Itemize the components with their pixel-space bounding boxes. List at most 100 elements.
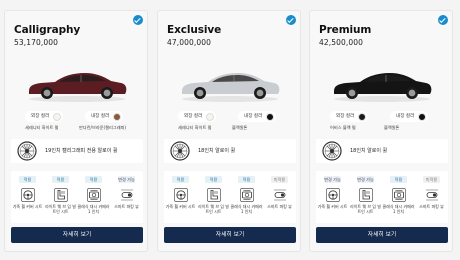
option-label: 가죽 휠 커버 시트 — [12, 204, 43, 209]
option-item[interactable]: 변경 가능가죽 휠 커버 시트 — [316, 171, 349, 223]
exterior-color-chip[interactable]: 외장 컬러 — [178, 111, 216, 122]
color-names: 어비스 블랙 펄 블랙원톤 — [310, 125, 454, 133]
wheel-name: 18인치 알로이 휠 — [198, 148, 236, 154]
wheel-option: 18인치 알로이 휠 — [316, 139, 448, 163]
option-status-badge: 적용 — [205, 176, 222, 183]
exterior-color-chip[interactable]: 외장 컬러 — [330, 111, 368, 122]
alloy-wheel-icon — [170, 141, 190, 161]
interior-color-chip[interactable]: 내장 컬러 — [85, 111, 123, 122]
option-status-badge: 적용 — [238, 176, 255, 183]
trim-price: 47,000,000 — [167, 38, 211, 47]
option-item[interactable]: 적용가죽 휠 커버 시트 — [11, 171, 44, 223]
interior-color-label: 내장 컬러 — [396, 114, 415, 119]
option-label: 가죽 휠 커버 시트 — [317, 204, 348, 209]
checkmark-circle-icon[interactable] — [286, 15, 296, 25]
view-details-button[interactable]: 자세히 보기 — [316, 227, 448, 243]
exterior-color-swatch — [358, 112, 366, 121]
car-image — [334, 73, 432, 102]
option-status-badge: 변경 가능 — [357, 176, 374, 183]
option-list: 적용 가죽 휠 커버 시트 적용 라이트 웨 브 임 빌트인 시트 적용 클래식 대시 카… — [11, 171, 143, 223]
option-item[interactable]: 변경 가능 라이트 웨 브 임 빌트인 시트 — [349, 171, 382, 223]
trim-name: Premium — [319, 24, 372, 36]
option-label: 라이트 웨 브 임 빌트인 시트 — [45, 204, 76, 214]
parking-view-icon — [121, 189, 133, 201]
checkmark-circle-icon[interactable] — [133, 15, 143, 25]
seat-icon — [207, 188, 221, 202]
option-status-badge: 적용 — [85, 176, 102, 183]
option-status-badge: 적용 — [172, 176, 189, 183]
parking-view-icon — [274, 189, 286, 201]
exterior-color-name: 세레니티 화이트 펄 — [178, 125, 212, 130]
option-status-badge: 적용 — [52, 176, 69, 183]
trim-name: Exclusive — [167, 24, 222, 36]
option-label: 라이트 웨 브 임 빌트인 시트 — [198, 204, 229, 214]
wheel-option: 18인치 알로이 휠 — [164, 139, 296, 163]
color-row: 외장 컬러 내장 컬러 — [5, 111, 149, 123]
exterior-color-label: 외장 컬러 — [184, 114, 203, 119]
option-list: 적용 가죽 휠 커버 시트 적용 라이트 웨 브 임 빌트인 시트 적용 클래식 대시 카… — [164, 171, 296, 223]
interior-color-chip[interactable]: 내장 컬러 — [238, 111, 276, 122]
trim-card-1[interactable]: Exclusive 47,000,000 외장 컬러 내장 컬러 세레니티 화이… — [157, 10, 301, 252]
dash-camera-icon — [240, 188, 254, 202]
option-label: 가죽 휠 커버 시트 — [165, 204, 196, 209]
option-status-badge: 미적용 — [271, 176, 288, 183]
option-item[interactable]: 적용라이트 웨 브 임 빌트인 시트 — [44, 171, 77, 223]
option-item[interactable]: 미적용스마트 파킹 뷰 — [263, 171, 296, 223]
interior-color-name: 만다린/브라운(캘리그래피) — [79, 125, 127, 130]
option-list: 변경 가능 가죽 휠 커버 시트 변경 가능 라이트 웨 브 임 빌트인 시트 적용 클래… — [316, 171, 448, 223]
view-details-button[interactable]: 자세히 보기 — [11, 227, 143, 243]
wheel-name: 18인치 알로이 휠 — [350, 148, 388, 154]
option-item[interactable]: 변경 가능 스마트 파킹 뷰 — [110, 171, 143, 223]
option-item[interactable]: 적용클래식 대시 카메라 1 인치 — [77, 171, 110, 223]
alloy-wheel-icon — [322, 141, 342, 161]
option-label: 클래식 대시 카메라 1 인치 — [77, 204, 110, 214]
exterior-color-swatch — [53, 112, 61, 121]
option-status-badge: 미적용 — [423, 176, 440, 183]
view-details-button[interactable]: 자세히 보기 — [164, 227, 296, 243]
trim-card-2[interactable]: Premium 42,500,000 외장 컬러 내장 컬러 어비스 블랙 펄 — [309, 10, 453, 252]
option-item[interactable]: 적용라이트 웨 브 임 빌트인 시트 — [197, 171, 230, 223]
interior-color-swatch — [266, 112, 274, 121]
trim-comparison: Calligraphy 53,170,000 외장 컬러 내장 컬러 세레니티 … — [0, 0, 460, 260]
option-label: 스마트 파킹 뷰 — [267, 204, 292, 209]
exterior-color-label: 외장 컬러 — [31, 114, 50, 119]
alloy-wheel-icon — [17, 141, 37, 161]
trim-price: 42,500,000 — [319, 38, 363, 47]
color-names: 세레니티 화이트 펄 블랙원톤 — [158, 125, 302, 133]
parking-view-icon — [426, 189, 438, 201]
checkmark-circle-icon[interactable] — [438, 15, 448, 25]
exterior-color-name: 세레니티 화이트 펄 — [25, 125, 59, 130]
car-image — [182, 73, 280, 102]
seat-icon — [54, 188, 68, 202]
interior-color-swatch — [113, 112, 121, 121]
steering-wheel-icon — [21, 188, 35, 202]
option-label: 클래식 대시 카메라 1 인치 — [382, 204, 415, 214]
trim-name: Calligraphy — [14, 24, 81, 36]
color-row: 외장 컬러 내장 컬러 — [310, 111, 454, 123]
dash-camera-icon — [87, 188, 101, 202]
option-status-badge: 적용 — [390, 176, 407, 183]
steering-wheel-icon — [174, 188, 188, 202]
option-status-badge: 변경 가능 — [118, 176, 135, 183]
option-status-badge: 적용 — [19, 176, 36, 183]
exterior-color-chip[interactable]: 외장 컬러 — [25, 111, 63, 122]
interior-color-label: 내장 컬러 — [244, 114, 263, 119]
interior-color-name: 블랙원톤 — [232, 125, 248, 130]
option-label: 클래식 대시 카메라 1 인치 — [230, 204, 263, 214]
option-label: 스마트 파킹 뷰 — [419, 204, 444, 209]
option-item[interactable]: 적용가죽 휠 커버 시트 — [164, 171, 197, 223]
option-item[interactable]: 적용클래식 대시 카메라 1 인치 — [230, 171, 263, 223]
color-row: 외장 컬러 내장 컬러 — [158, 111, 302, 123]
trim-price: 53,170,000 — [14, 38, 58, 47]
option-status-badge: 변경 가능 — [324, 176, 341, 183]
trim-card-0[interactable]: Calligraphy 53,170,000 외장 컬러 내장 컬러 세레니티 … — [4, 10, 148, 252]
option-item[interactable]: 미적용스마트 파킹 뷰 — [415, 171, 448, 223]
option-item[interactable]: 적용클래식 대시 카메라 1 인치 — [382, 171, 415, 223]
interior-color-chip[interactable]: 내장 컬러 — [390, 111, 428, 122]
interior-color-swatch — [418, 112, 426, 121]
steering-wheel-icon — [326, 188, 340, 202]
wheel-option: 19인치 캘리그래피 전용 알로이 휠 — [11, 139, 143, 163]
exterior-color-label: 외장 컬러 — [336, 114, 355, 119]
wheel-name: 19인치 캘리그래피 전용 알로이 휠 — [45, 148, 118, 154]
exterior-color-name: 어비스 블랙 펄 — [330, 125, 356, 130]
